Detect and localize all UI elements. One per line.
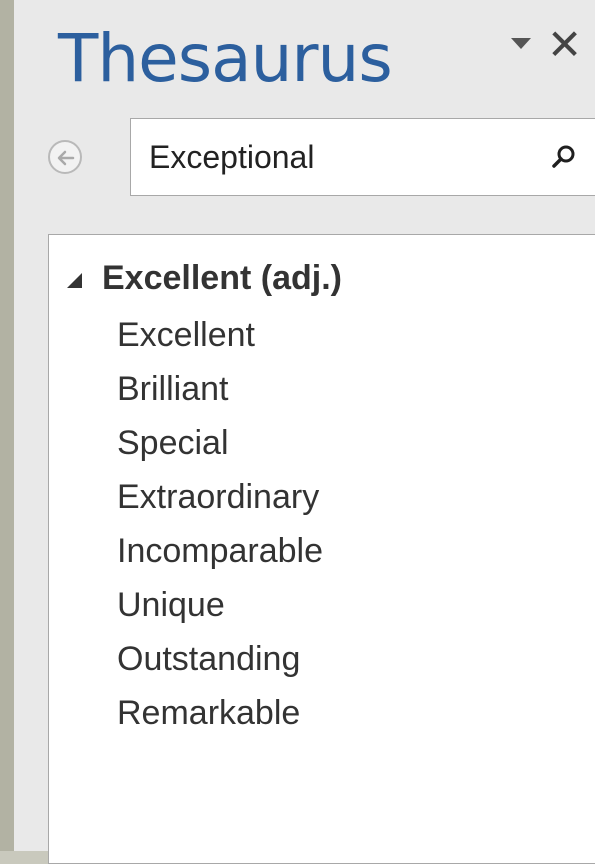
search-box — [130, 118, 595, 196]
group-label: Excellent (adj.) — [102, 258, 342, 297]
chevron-down-icon[interactable] — [511, 38, 531, 49]
close-icon[interactable]: ✕ — [547, 24, 582, 66]
collapse-triangle-icon[interactable] — [67, 272, 82, 288]
document-text-fragment: ) — [0, 716, 2, 762]
pane-title: Thesaurus — [58, 20, 393, 97]
synonym-item[interactable]: Remarkable — [117, 679, 323, 747]
results-list: Excellent (adj.) Excellent Brilliant Spe… — [48, 234, 595, 864]
back-arrow-icon[interactable] — [48, 140, 82, 174]
result-group-header[interactable]: Excellent (adj.) — [67, 255, 342, 301]
synonym-list: Excellent Brilliant Special Extraordinar… — [117, 315, 323, 747]
search-input[interactable] — [149, 137, 529, 177]
thesaurus-pane: Thesaurus ✕ Excellent (adj.) Excellent B… — [14, 0, 595, 864]
search-icon[interactable] — [549, 143, 579, 178]
